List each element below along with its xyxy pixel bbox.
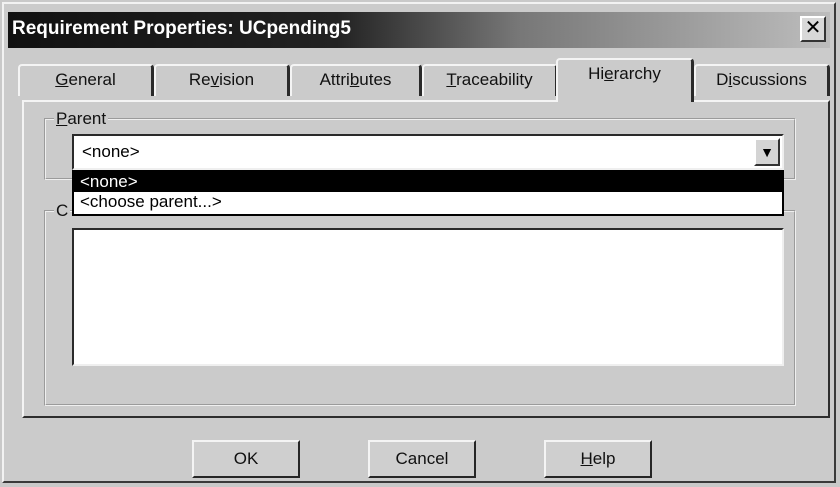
tab-discussions[interactable]: Discussions bbox=[694, 64, 830, 96]
title-bar[interactable]: Requirement Properties: UCpending5 ✕ bbox=[8, 12, 830, 48]
children-label: C bbox=[54, 201, 71, 221]
tab-general[interactable]: General bbox=[18, 64, 154, 96]
ok-button[interactable]: OK bbox=[192, 440, 300, 478]
parent-label: Parent bbox=[54, 109, 109, 129]
dropdown-arrow-icon[interactable]: ▼ bbox=[754, 138, 780, 166]
tab-strip: General Revision Attributes Traceability… bbox=[4, 56, 834, 102]
children-listbox[interactable] bbox=[72, 228, 784, 366]
tab-revision[interactable]: Revision bbox=[154, 64, 290, 96]
help-button[interactable]: Help bbox=[544, 440, 652, 478]
parent-dropdown-list: <none> <choose parent...> bbox=[72, 170, 784, 216]
tab-attributes[interactable]: Attributes bbox=[290, 64, 422, 96]
tab-traceability[interactable]: Traceability bbox=[422, 64, 558, 96]
option-none[interactable]: <none> bbox=[74, 172, 782, 192]
close-icon[interactable]: ✕ bbox=[800, 16, 826, 42]
parent-combobox[interactable]: <none> ▼ bbox=[72, 134, 784, 170]
option-choose-parent[interactable]: <choose parent...> bbox=[74, 192, 782, 212]
properties-dialog: Requirement Properties: UCpending5 ✕ Gen… bbox=[2, 2, 836, 483]
tab-hierarchy[interactable]: Hierarchy bbox=[556, 58, 694, 102]
window-title: Requirement Properties: UCpending5 bbox=[12, 18, 351, 39]
parent-combobox-value: <none> bbox=[82, 142, 140, 161]
cancel-button[interactable]: Cancel bbox=[368, 440, 476, 478]
